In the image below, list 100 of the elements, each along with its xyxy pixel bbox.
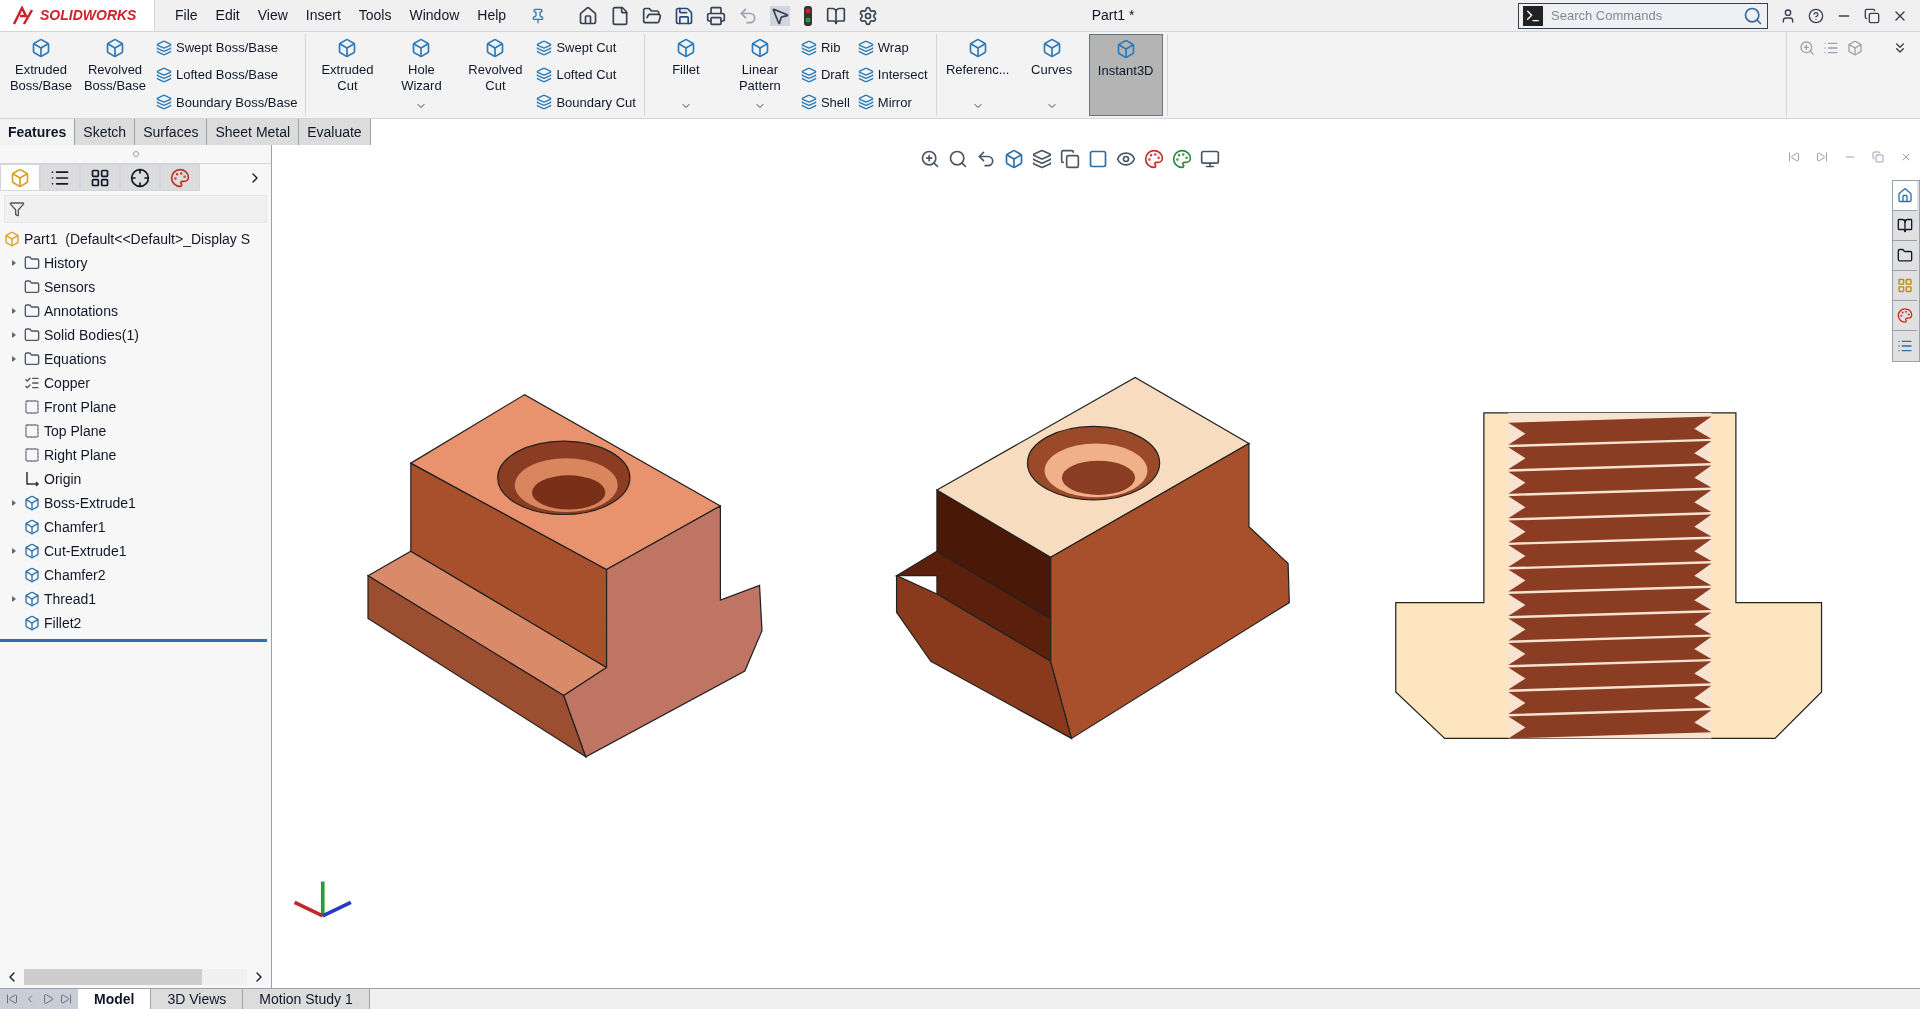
help-icon[interactable] (1808, 7, 1824, 24)
property-manager-tab[interactable] (40, 164, 80, 191)
command-tab[interactable]: Evaluate (299, 119, 371, 145)
home-icon[interactable] (1893, 181, 1917, 211)
expand-arrow-icon[interactable] (10, 331, 18, 339)
tree-item[interactable]: Copper (44, 372, 90, 394)
print-icon[interactable] (706, 5, 727, 26)
tree-item[interactable]: Cut-Extrude1 (44, 540, 127, 562)
expand-arrow-icon[interactable] (10, 547, 18, 555)
tree-root-label[interactable]: Part1 (Default<<Default>_Display S (24, 228, 251, 250)
panel-right-icon[interactable] (1816, 151, 1828, 163)
menu-item[interactable]: View (257, 5, 288, 26)
app-logo[interactable]: SOLIDWORKS (0, 0, 155, 31)
expand-arrow-icon[interactable] (10, 259, 18, 267)
command-button[interactable]: Shell (800, 92, 850, 112)
command-tab[interactable]: Sketch (75, 119, 136, 145)
tree-item[interactable]: Boss-Extrude1 (44, 492, 136, 514)
tree-item[interactable]: Equations (44, 348, 107, 370)
home-icon[interactable] (578, 5, 599, 26)
cube-icon (485, 38, 506, 58)
command-button[interactable]: Extruded Cut (310, 34, 385, 116)
command-button[interactable]: Boundary Cut (536, 92, 636, 112)
tree-item[interactable]: Thread1 (44, 588, 97, 610)
expand-arrow-icon[interactable] (10, 595, 18, 603)
part-icon (10, 167, 30, 188)
traffic-light-icon[interactable] (802, 5, 815, 26)
command-tab[interactable]: Surfaces (135, 119, 208, 145)
crosshair-icon (130, 167, 150, 188)
command-button[interactable]: Extruded Boss/Base (4, 34, 78, 116)
logo-text: SOLIDWORKS (40, 6, 137, 25)
tree-item[interactable]: Top Plane (44, 420, 107, 442)
command-button[interactable]: Revolved Cut (458, 34, 533, 116)
display-manager-tab[interactable] (160, 164, 200, 191)
select-icon[interactable] (770, 5, 791, 26)
first-icon[interactable] (4, 993, 20, 1005)
tree-item[interactable]: Chamfer1 (44, 516, 106, 538)
eye-icon[interactable] (1116, 149, 1136, 169)
menu-item[interactable]: Edit (215, 5, 240, 26)
panel-left-icon[interactable] (1788, 151, 1800, 163)
zoom-icon[interactable] (920, 149, 940, 169)
restore-icon[interactable] (1864, 7, 1880, 24)
configuration-manager-tab[interactable] (80, 164, 120, 191)
horizontal-scrollbar[interactable] (24, 969, 247, 985)
open-folder-icon[interactable] (642, 5, 663, 26)
command-button[interactable]: Mirror (857, 92, 928, 112)
folder-icon (24, 255, 40, 271)
command-button[interactable]: Swept Cut (536, 38, 636, 58)
command-button[interactable]: Hole Wizard (384, 34, 459, 116)
expand-arrow-icon[interactable] (10, 499, 18, 507)
command-button[interactable]: Fillet (648, 34, 723, 116)
previous-view-icon[interactable] (976, 149, 996, 169)
command-tab[interactable]: Sheet Metal (207, 119, 300, 145)
command-button[interactable]: Wrap (857, 38, 928, 58)
tree-item[interactable]: Front Plane (44, 396, 117, 418)
tree-item[interactable]: Right Plane (44, 444, 117, 466)
expand-arrow-icon[interactable] (10, 307, 18, 315)
command-button[interactable]: Rib (800, 38, 850, 58)
save-icon[interactable] (674, 5, 695, 26)
menu-item[interactable]: File (175, 5, 198, 26)
command-button[interactable]: Revolved Boss/Base (78, 34, 152, 116)
menu-item[interactable]: Insert (305, 5, 341, 26)
zoom-area-icon[interactable] (948, 149, 968, 169)
expand-arrow-icon[interactable] (10, 355, 18, 363)
command-button[interactable]: Instant3D (1088, 34, 1163, 116)
command-button[interactable]: Lofted Cut (536, 65, 636, 85)
command-button[interactable]: Intersect (857, 65, 928, 85)
search-box[interactable]: Search Commands (1518, 2, 1768, 29)
tree-item[interactable]: Fillet2 (44, 612, 82, 634)
appearance-icon[interactable] (1144, 149, 1164, 169)
feature-icon (536, 39, 553, 56)
bottom-tab[interactable]: Motion Study 1 (243, 989, 370, 1009)
tree-item[interactable]: Chamfer2 (44, 564, 106, 586)
command-tab[interactable]: Features (0, 119, 76, 145)
monitor-icon[interactable] (1200, 149, 1220, 169)
command-button[interactable]: Boundary Boss/Base (156, 92, 298, 112)
last-icon[interactable] (58, 993, 74, 1005)
tree-item[interactable]: Solid Bodies(1) (44, 324, 139, 346)
command-button[interactable]: Draft (800, 65, 850, 85)
menu-item[interactable]: Window (409, 5, 460, 26)
settings-icon[interactable] (858, 5, 879, 26)
filter-field[interactable] (4, 195, 267, 223)
tree-item[interactable]: Annotations (44, 300, 118, 322)
dimxpert-tab[interactable] (120, 164, 160, 191)
bottom-tab[interactable]: 3D Views (151, 989, 244, 1009)
command-button[interactable]: Curves (1014, 34, 1089, 116)
cube-icon (749, 38, 770, 58)
command-button[interactable]: Linear Pattern (722, 34, 797, 116)
tree-item[interactable]: Sensors (44, 276, 96, 298)
menu-item[interactable]: Help (477, 5, 507, 26)
feature-icon (800, 67, 817, 83)
bottom-tab[interactable]: Model (78, 989, 152, 1009)
user-icon[interactable] (1780, 7, 1796, 24)
search-field[interactable]: Search Commands (1551, 5, 1735, 26)
tree-item[interactable]: History (44, 252, 88, 274)
command-button[interactable]: Lofted Boss/Base (156, 65, 298, 85)
tree-item[interactable]: Origin (44, 468, 82, 490)
command-button[interactable]: Swept Boss/Base (156, 38, 298, 58)
command-button[interactable]: Referenc... (940, 34, 1015, 116)
new-file-icon[interactable] (610, 5, 631, 26)
menu-item[interactable]: Tools (358, 5, 392, 26)
